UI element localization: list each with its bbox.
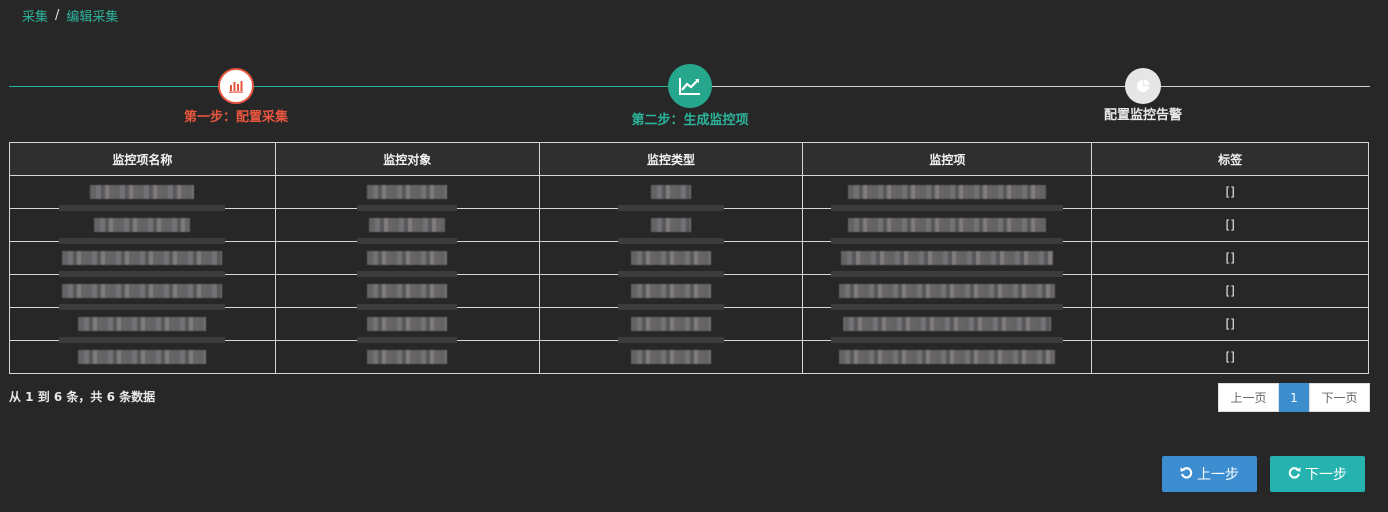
breadcrumb: 采集 / 编辑采集	[22, 6, 118, 25]
cell-monitor-object	[274, 241, 540, 277]
breadcrumb-current[interactable]: 编辑采集	[66, 6, 118, 25]
pagination-page-1[interactable]: 1	[1279, 383, 1309, 412]
cell-item-name	[9, 175, 276, 211]
cell-monitor-object	[274, 340, 540, 374]
cell-tag: []	[1091, 274, 1369, 308]
table-row: []	[9, 340, 1369, 374]
step-configure-collection[interactable]: 第一步：配置采集	[166, 68, 306, 125]
table-header-row: 监控项名称 监控对象 监控类型 监控项 标签	[9, 142, 1369, 176]
redo-icon	[1288, 466, 1301, 483]
cell-monitor-item	[802, 208, 1093, 244]
cell-tag: []	[1091, 241, 1369, 275]
table-row: []	[9, 208, 1369, 244]
previous-step-label: 上一步	[1197, 467, 1239, 483]
step-label: 配置监控告警	[1103, 108, 1182, 123]
column-header-tag[interactable]: 标签	[1091, 142, 1369, 176]
bar-chart-icon	[218, 68, 254, 104]
step-configure-alerts[interactable]: 配置监控告警	[1073, 68, 1213, 123]
table-row: []	[9, 175, 1369, 211]
cell-item-name	[9, 208, 276, 244]
step-label: 第一步：配置采集	[183, 110, 288, 125]
step-label: 第二步：生成监控项	[631, 113, 749, 128]
cell-monitor-type	[538, 340, 804, 374]
cell-monitor-object	[274, 175, 540, 211]
column-header-monitor-object[interactable]: 监控对象	[274, 142, 540, 176]
cell-tag: []	[1091, 175, 1369, 209]
cell-monitor-item	[802, 175, 1093, 211]
table-row: []	[9, 241, 1369, 277]
next-step-label: 下一步	[1305, 467, 1347, 483]
cell-item-name	[9, 241, 276, 277]
column-header-monitor-item[interactable]: 监控项	[802, 142, 1093, 176]
cell-tag: []	[1091, 340, 1369, 374]
line-chart-icon	[668, 64, 712, 108]
cell-monitor-item	[802, 307, 1093, 343]
cell-item-name	[9, 274, 276, 310]
table-row: []	[9, 307, 1369, 343]
pagination-prev-button[interactable]: 上一页	[1218, 383, 1279, 412]
cell-monitor-type	[538, 307, 804, 343]
column-header-monitor-type[interactable]: 监控类型	[538, 142, 804, 176]
undo-icon	[1180, 466, 1193, 483]
pagination: 上一页 1 下一页	[1218, 383, 1370, 412]
previous-step-button[interactable]: 上一步	[1162, 456, 1257, 492]
cell-monitor-item	[802, 274, 1093, 310]
cell-tag: []	[1091, 307, 1369, 341]
pie-chart-icon	[1125, 68, 1161, 104]
cell-monitor-object	[274, 208, 540, 244]
cell-monitor-item	[802, 340, 1093, 374]
column-header-item-name[interactable]: 监控项名称	[9, 142, 276, 176]
cell-monitor-type	[538, 274, 804, 310]
cell-item-name	[9, 340, 276, 374]
cell-monitor-object	[274, 307, 540, 343]
pagination-next-button[interactable]: 下一页	[1309, 383, 1370, 412]
cell-monitor-object	[274, 274, 540, 310]
breadcrumb-separator: /	[55, 8, 60, 23]
cell-item-name	[9, 307, 276, 343]
cell-monitor-type	[538, 241, 804, 277]
table-row: []	[9, 274, 1369, 310]
cell-monitor-type	[538, 208, 804, 244]
monitor-items-table: 监控项名称 监控对象 监控类型 监控项 标签 [] [] [] [] [] []	[9, 142, 1369, 374]
step-generate-monitor-items[interactable]: 第二步：生成监控项	[600, 64, 780, 128]
cell-monitor-item	[802, 241, 1093, 277]
cell-monitor-type	[538, 175, 804, 211]
cell-tag: []	[1091, 208, 1369, 242]
next-step-button[interactable]: 下一步	[1270, 456, 1365, 492]
table-summary: 从 1 到 6 条，共 6 条数据	[9, 390, 156, 404]
breadcrumb-root[interactable]: 采集	[22, 6, 48, 25]
